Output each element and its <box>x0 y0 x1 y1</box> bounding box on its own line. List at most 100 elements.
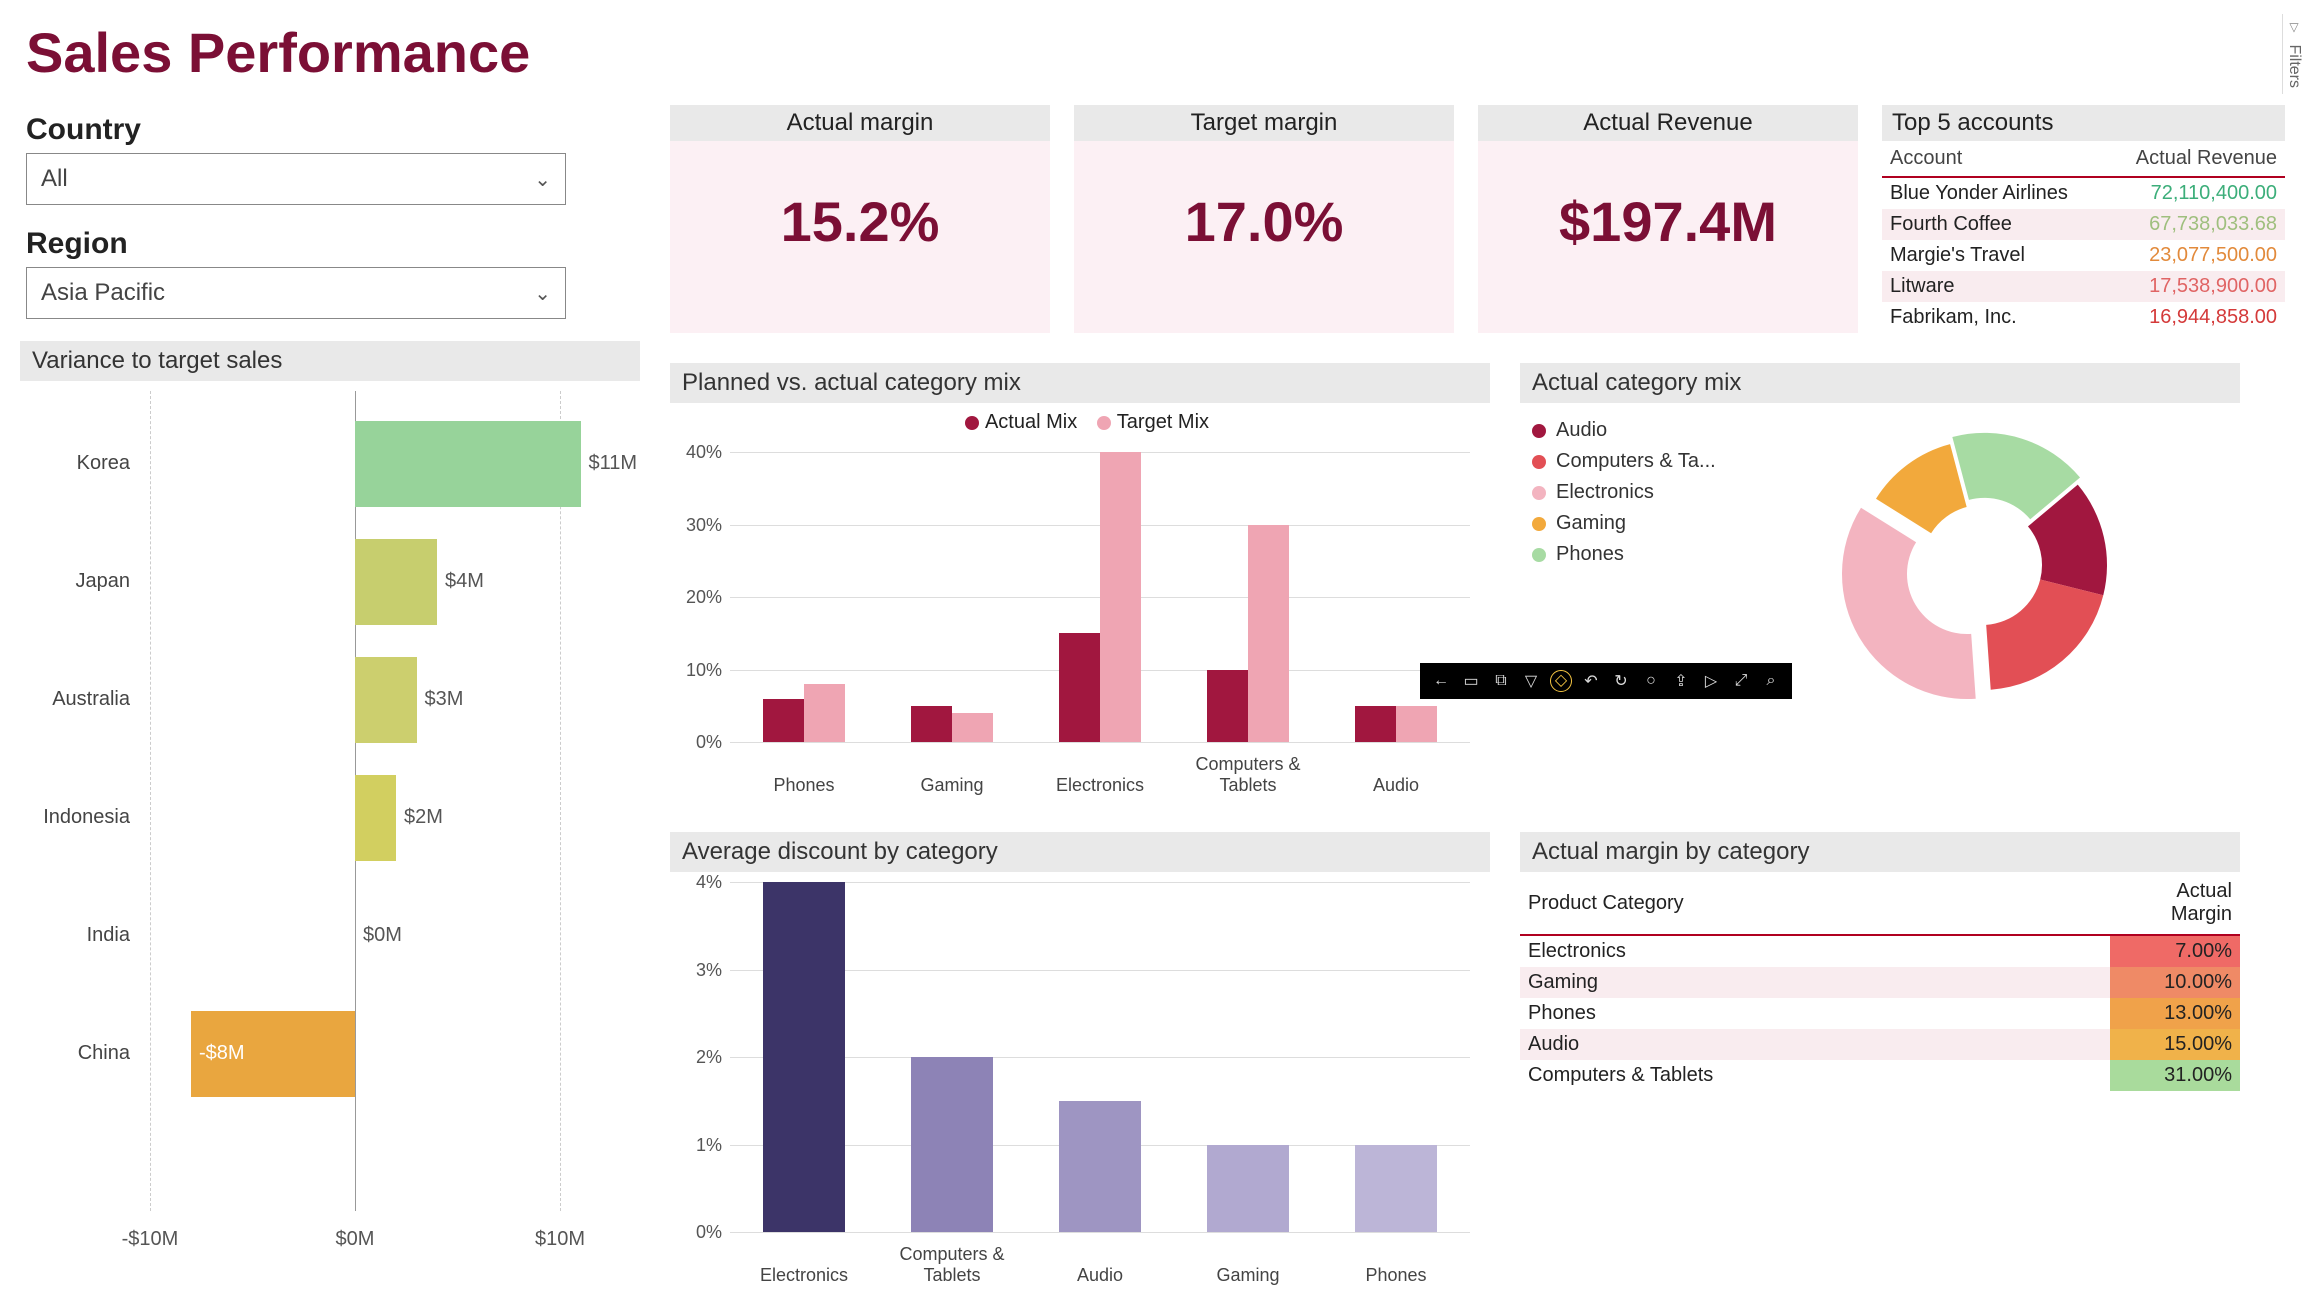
donut-slice[interactable] <box>1986 580 2103 690</box>
kpi-value: 15.2% <box>670 141 1050 302</box>
bar[interactable] <box>763 699 804 743</box>
account-cell: Margie's Travel <box>1882 240 2105 271</box>
kpi-actual-margin[interactable]: Actual margin 15.2% <box>670 105 1050 333</box>
dot-icon <box>1532 455 1546 469</box>
axis-category: Korea <box>20 452 130 475</box>
margin-table-box[interactable]: Actual margin by category Product Catego… <box>1520 832 2240 1292</box>
table-row[interactable]: Litware 17,538,900.00 <box>1882 271 2285 302</box>
bar[interactable] <box>911 706 952 742</box>
discount-chart-box[interactable]: Average discount by category 0%1%2%3%4%E… <box>670 832 1490 1292</box>
table-row[interactable]: Fourth Coffee 67,738,033.68 <box>1882 209 2285 240</box>
region-label: Region <box>26 227 640 261</box>
table-row[interactable]: Margie's Travel 23,077,500.00 <box>1882 240 2285 271</box>
category-cell: Audio <box>1520 1029 2110 1060</box>
axis-tick: -$10M <box>122 1228 179 1251</box>
toolbar-button[interactable]: ▽ <box>1516 671 1546 691</box>
bar[interactable] <box>1355 706 1396 742</box>
bar[interactable] <box>911 1057 992 1232</box>
page-title: Sales Performance <box>26 20 2285 85</box>
bar[interactable] <box>1355 1145 1436 1233</box>
bar[interactable] <box>1207 1145 1288 1233</box>
axis-tick: 4% <box>670 872 722 893</box>
top5-accounts[interactable]: Top 5 accounts Account Actual Revenue Bl… <box>1882 105 2285 333</box>
account-cell: Blue Yonder Airlines <box>1882 177 2105 209</box>
bar[interactable] <box>1059 633 1100 742</box>
toolbar-button[interactable]: ↻ <box>1606 671 1636 691</box>
top5-col-account[interactable]: Account <box>1882 141 2105 177</box>
table-row[interactable]: Fabrikam, Inc. 16,944,858.00 <box>1882 302 2285 333</box>
bar[interactable] <box>1059 1101 1140 1232</box>
bar[interactable] <box>355 775 396 861</box>
margin-col-cat[interactable]: Product Category <box>1520 872 2110 935</box>
filters-panel-tab[interactable]: ▽ Filters <box>2282 14 2305 94</box>
donut-chart <box>1832 415 2132 715</box>
discount-title: Average discount by category <box>670 832 1490 872</box>
filter-icon: ▽ <box>2287 20 2301 34</box>
legend-item[interactable]: Phones <box>1532 539 1716 570</box>
account-cell: Fabrikam, Inc. <box>1882 302 2105 333</box>
bar[interactable] <box>952 713 993 742</box>
bar[interactable] <box>1207 670 1248 743</box>
axis-category: Phones <box>1322 1265 1470 1286</box>
axis-tick: 3% <box>670 960 722 981</box>
donut-slice[interactable] <box>1842 508 1976 699</box>
legend-item[interactable]: Gaming <box>1532 508 1716 539</box>
region-value: Asia Pacific <box>41 279 165 307</box>
toolbar-button[interactable]: ◇ <box>1550 670 1572 692</box>
table-row[interactable]: Gaming 10.00% <box>1520 967 2240 998</box>
left-column: Country All ⌄ Region Asia Pacific ⌄ Vari… <box>20 105 640 1292</box>
region-dropdown[interactable]: Asia Pacific ⌄ <box>26 267 566 319</box>
axis-tick: 1% <box>670 1135 722 1156</box>
variance-chart[interactable]: -$10M$0M$10MKorea$11MJapan$4MAustralia$3… <box>20 391 620 1251</box>
margin-col-margin[interactable]: Actual Margin <box>2110 872 2240 935</box>
table-row[interactable]: Audio 15.00% <box>1520 1029 2240 1060</box>
right-column: Actual margin 15.2% Target margin 17.0% … <box>670 105 2285 1292</box>
axis-category: Gaming <box>878 775 1026 796</box>
mix-chart: 0%10%20%30%40%PhonesGamingElectronicsCom… <box>670 442 1490 802</box>
toolbar-button[interactable]: ⌕ <box>1756 672 1786 690</box>
toolbar-button[interactable]: ⇪ <box>1666 671 1696 691</box>
kpi-target-margin[interactable]: Target margin 17.0% <box>1074 105 1454 333</box>
margin-cell: 10.00% <box>2110 967 2240 998</box>
kpi-value: $197.4M <box>1478 141 1858 302</box>
bar[interactable] <box>1396 706 1437 742</box>
axis-category: Indonesia <box>20 806 130 829</box>
filters-tab-label: Filters <box>2286 44 2303 88</box>
toolbar-button[interactable]: ← <box>1426 672 1456 690</box>
legend-item[interactable]: Computers & Ta... <box>1532 446 1716 477</box>
kpi-label: Actual Revenue <box>1478 105 1858 141</box>
table-row[interactable]: Computers & Tablets 31.00% <box>1520 1060 2240 1091</box>
bar[interactable] <box>1248 525 1289 743</box>
axis-category: Audio <box>1322 775 1470 796</box>
bar[interactable] <box>355 421 581 507</box>
category-mix-box[interactable]: Actual category mix AudioComputers & Ta.… <box>1520 363 2240 802</box>
axis-category: India <box>20 924 130 947</box>
toolbar-button[interactable]: ▷ <box>1696 671 1726 691</box>
kpi-actual-revenue[interactable]: Actual Revenue $197.4M <box>1478 105 1858 333</box>
top5-col-revenue[interactable]: Actual Revenue <box>2105 141 2285 177</box>
axis-category: Japan <box>20 570 130 593</box>
table-row[interactable]: Phones 13.00% <box>1520 998 2240 1029</box>
account-cell: Fourth Coffee <box>1882 209 2105 240</box>
bar[interactable] <box>804 684 845 742</box>
country-dropdown[interactable]: All ⌄ <box>26 153 566 205</box>
mix-chart-box[interactable]: Planned vs. actual category mix Actual M… <box>670 363 1490 802</box>
bar[interactable] <box>355 539 437 625</box>
toolbar-button[interactable]: ↶ <box>1576 671 1606 691</box>
visual-toolbar[interactable]: ←▭⧉▽◇↶↻○⇪▷⤢⌕ <box>1420 663 1792 699</box>
bar[interactable] <box>763 882 844 1232</box>
table-row[interactable]: Electronics 7.00% <box>1520 935 2240 967</box>
donut-slice[interactable] <box>1876 444 1967 533</box>
toolbar-button[interactable]: ▭ <box>1456 671 1486 691</box>
axis-category: China <box>20 1042 130 1065</box>
bar[interactable] <box>355 657 417 743</box>
toolbar-button[interactable]: ⧉ <box>1486 672 1516 690</box>
bar[interactable] <box>1100 452 1141 742</box>
legend-item[interactable]: Audio <box>1532 415 1716 446</box>
toolbar-button[interactable]: ○ <box>1636 672 1666 690</box>
legend-item[interactable]: Electronics <box>1532 477 1716 508</box>
toolbar-button[interactable]: ⤢ <box>1726 672 1756 690</box>
table-row[interactable]: Blue Yonder Airlines 72,110,400.00 <box>1882 177 2285 209</box>
category-cell: Electronics <box>1520 935 2110 967</box>
kpi-label: Actual margin <box>670 105 1050 141</box>
